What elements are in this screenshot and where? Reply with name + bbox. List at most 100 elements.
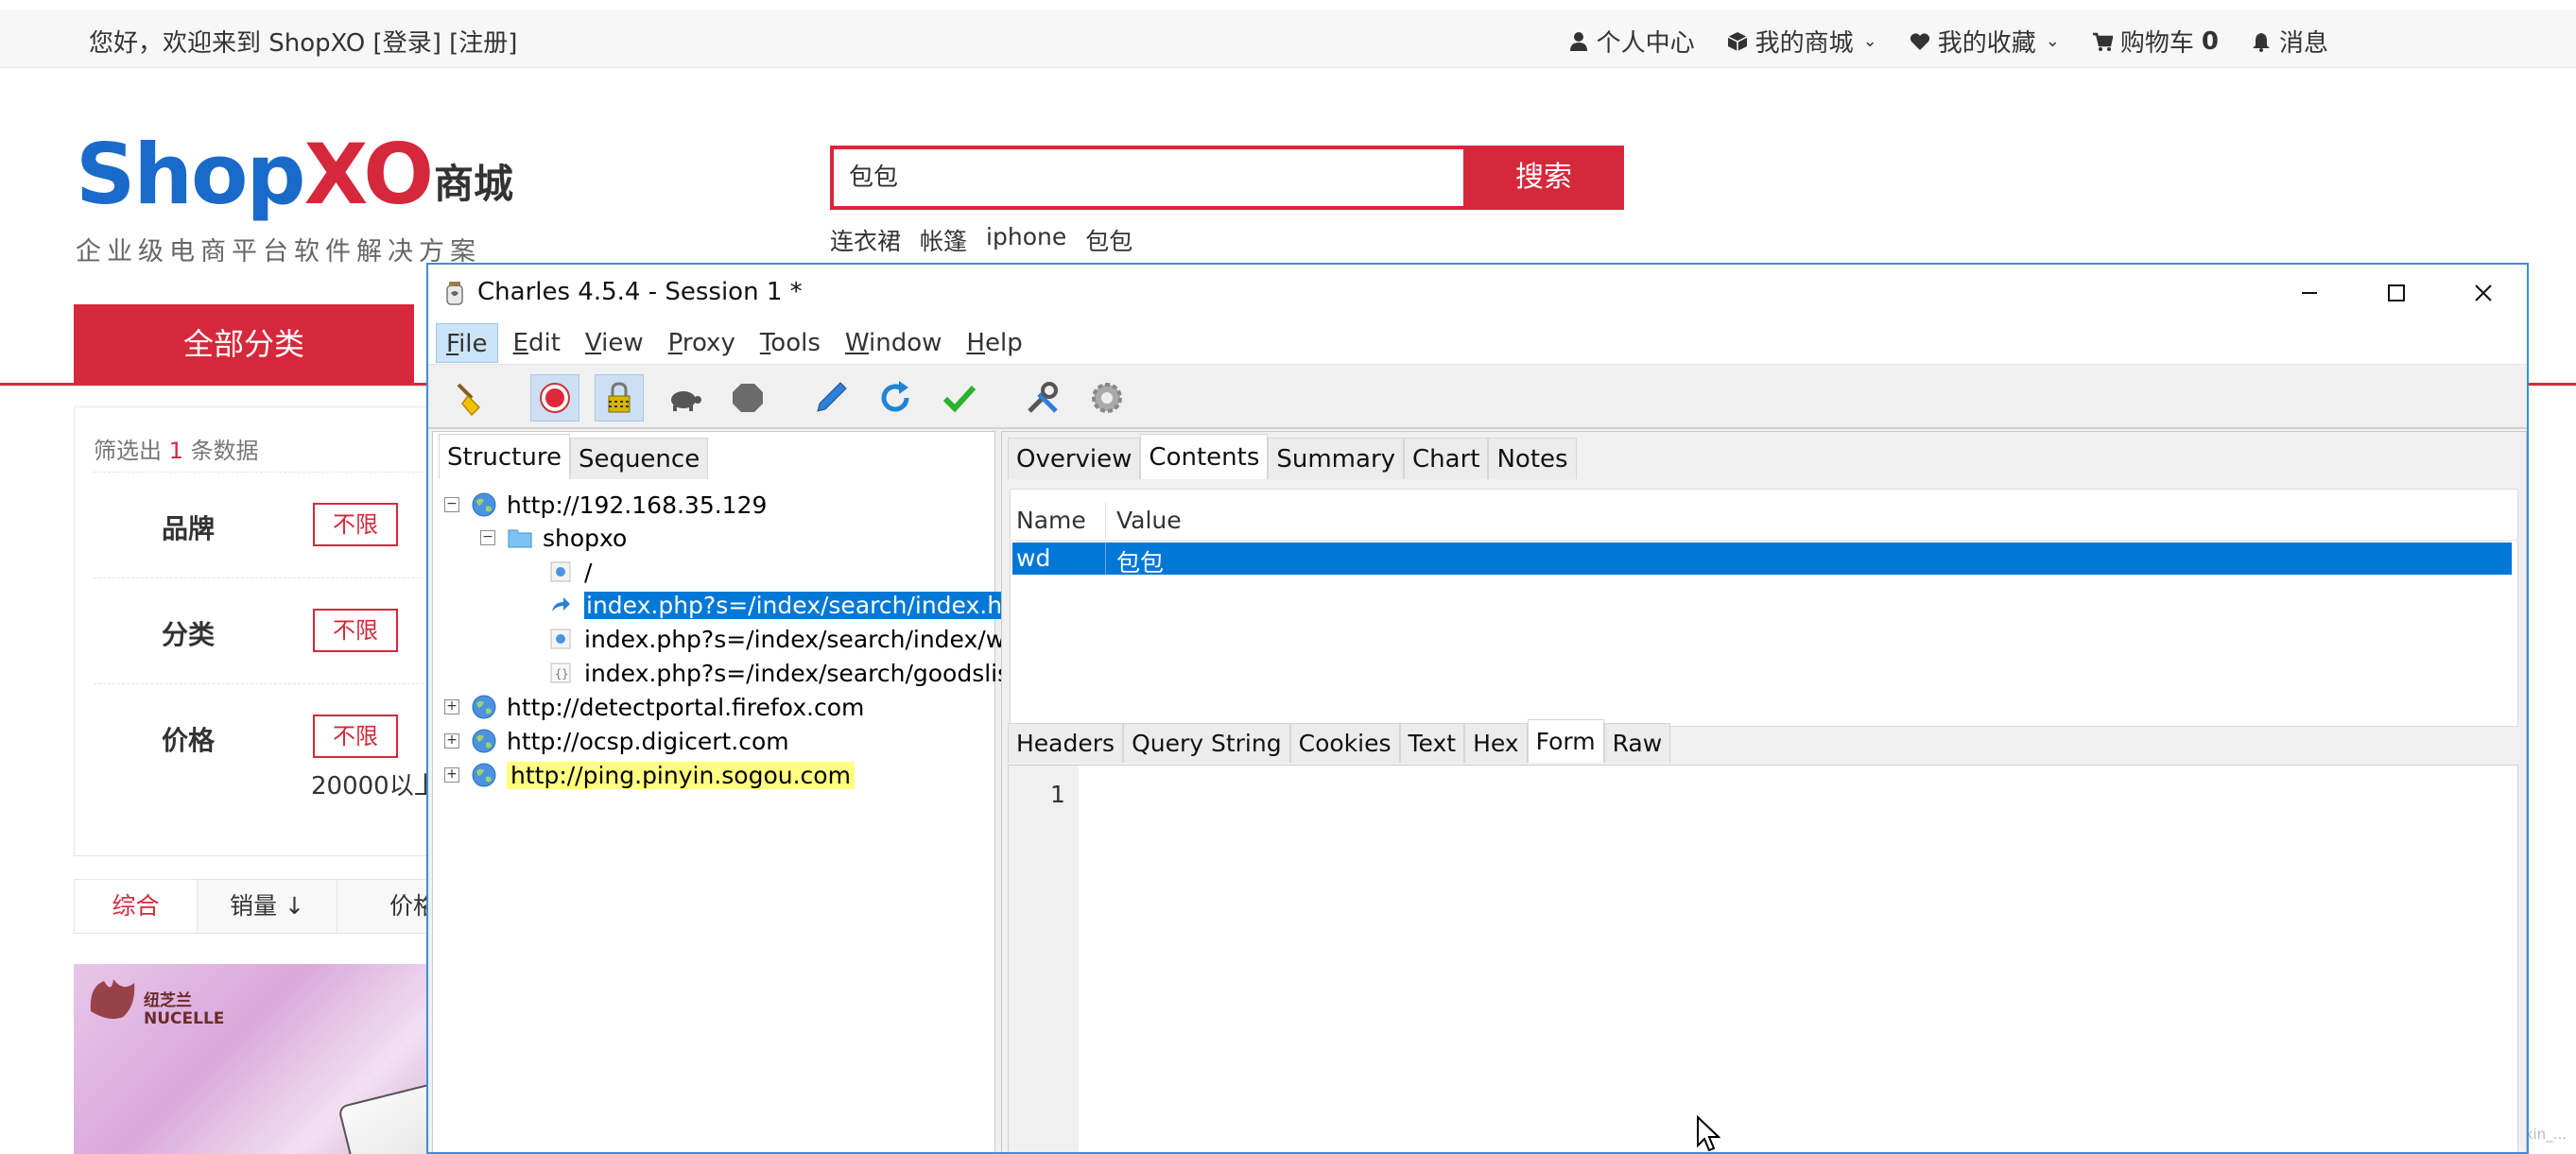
all-categories-button[interactable]: 全部分类 xyxy=(74,304,414,384)
product-image[interactable]: 纽芝兰 NUCELLE xyxy=(74,964,471,1154)
register-link[interactable]: [注册] xyxy=(449,29,517,58)
search-input[interactable]: 包包 xyxy=(830,146,1463,210)
cart-count: 0 xyxy=(2201,26,2219,56)
tree-request-goodslist[interactable]: {} index.php?s=/index/search/goodslist.h xyxy=(550,657,1042,689)
tab-form[interactable]: Form xyxy=(1527,719,1604,763)
tree-request-root[interactable]: / xyxy=(550,556,592,588)
filter-panel: 筛选出 1 条数据 品牌 不限 强 分类 不限 数 价格 不限 10 20000… xyxy=(74,406,472,856)
nav-messages[interactable]: 消息 xyxy=(2251,24,2328,59)
user-icon xyxy=(1569,31,1587,51)
expand-toggle[interactable]: + xyxy=(444,767,459,783)
collapse-toggle[interactable]: − xyxy=(444,497,459,512)
arrow-down-icon: ↓ xyxy=(277,892,304,920)
hot-keyword[interactable]: 包包 xyxy=(1085,223,1132,257)
filter-unlimited-tag[interactable]: 不限 xyxy=(313,715,398,758)
tab-raw[interactable]: Raw xyxy=(1603,723,1671,763)
login-link[interactable]: [登录] xyxy=(373,29,441,58)
collapse-toggle[interactable]: − xyxy=(480,530,495,545)
tab-overview[interactable]: Overview xyxy=(1008,438,1141,479)
menu-edit[interactable]: Edit xyxy=(504,323,570,363)
tab-cookies[interactable]: Cookies xyxy=(1289,723,1400,763)
refresh-icon xyxy=(881,381,909,412)
tab-query-string[interactable]: Query String xyxy=(1123,723,1290,763)
request-icon xyxy=(550,629,571,649)
column-value[interactable]: Value xyxy=(1116,507,1182,534)
tab-chart[interactable]: Chart xyxy=(1404,438,1489,479)
sort-comprehensive[interactable]: 综合 xyxy=(75,880,198,933)
expand-toggle[interactable]: + xyxy=(444,733,459,749)
folder-icon xyxy=(508,529,532,548)
column-name[interactable]: Name xyxy=(1016,507,1086,534)
filter-row-brand: 品牌 不限 强 xyxy=(94,472,472,576)
minimize-button[interactable] xyxy=(2266,265,2353,321)
shopxo-logo[interactable]: ShopXO商城 企业级电商平台软件解决方案 xyxy=(76,132,513,267)
tab-summary[interactable]: Summary xyxy=(1268,438,1405,479)
table-header: Name Value xyxy=(1011,499,2517,541)
tools-icon xyxy=(1028,382,1058,413)
settings-button[interactable] xyxy=(1082,374,1132,422)
tab-notes[interactable]: Notes xyxy=(1488,438,1577,479)
tab-hex[interactable]: Hex xyxy=(1464,723,1528,763)
top-nav: 个人中心 我的商城 ⌄ 我的收藏 ⌄ 购物车 0 消息 xyxy=(1568,24,2328,59)
hot-keyword[interactable]: 连衣裙 xyxy=(830,223,901,257)
menu-view[interactable]: View xyxy=(576,323,653,363)
record-button[interactable] xyxy=(530,374,579,422)
compose-button[interactable] xyxy=(806,374,856,422)
menu-help[interactable]: Help xyxy=(957,323,1031,363)
filter-unlimited-tag[interactable]: 不限 xyxy=(313,503,398,546)
tree-host-digicert[interactable]: http://ocsp.digicert.com xyxy=(471,725,789,757)
filter-unlimited-tag[interactable]: 不限 xyxy=(313,609,398,652)
bell-icon xyxy=(2252,32,2270,52)
tree-host-192[interactable]: http://192.168.35.129 xyxy=(471,489,767,521)
broom-icon xyxy=(457,383,481,417)
json-icon: {} xyxy=(550,663,571,683)
table-row[interactable]: wd 包包 xyxy=(1012,543,2512,577)
brand-logo-icon xyxy=(90,979,135,1019)
search-button[interactable]: 搜索 xyxy=(1463,146,1624,210)
tab-text[interactable]: Text xyxy=(1399,723,1465,763)
hot-keyword[interactable]: 帐篷 xyxy=(920,223,967,257)
nav-profile[interactable]: 个人中心 xyxy=(1568,24,1695,59)
tools-button[interactable] xyxy=(1018,374,1067,422)
tree-host-sogou[interactable]: http://ping.pinyin.sogou.com xyxy=(471,759,855,791)
hot-keyword[interactable]: iphone xyxy=(986,223,1066,257)
expand-toggle[interactable]: + xyxy=(444,699,459,715)
menu-tools[interactable]: Tools xyxy=(751,323,830,363)
tree-host-firefox[interactable]: http://detectportal.firefox.com xyxy=(471,691,864,723)
clear-session-button[interactable] xyxy=(447,374,496,422)
contents-pane: Overview Contents Summary Chart Notes Na… xyxy=(1001,431,2527,1152)
tree-request-search-index[interactable]: index.php?s=/index/search/index.htm xyxy=(550,589,1037,621)
tab-sequence[interactable]: Sequence xyxy=(569,438,709,479)
tab-structure[interactable]: Structure xyxy=(439,434,570,479)
breakpoints-button[interactable] xyxy=(723,374,772,422)
menu-window[interactable]: Window xyxy=(836,323,952,363)
nav-my-mall[interactable]: 我的商城 ⌄ xyxy=(1727,24,1877,59)
throttle-button[interactable] xyxy=(659,374,708,422)
tree-folder-shopxo[interactable]: shopxo xyxy=(507,522,627,554)
check-icon xyxy=(942,385,977,413)
right-tabs: Overview Contents Summary Chart Notes xyxy=(1002,432,1577,479)
repeat-button[interactable] xyxy=(871,374,920,422)
tab-contents[interactable]: Contents xyxy=(1140,434,1269,479)
menu-proxy[interactable]: Proxy xyxy=(659,323,745,363)
close-button[interactable] xyxy=(2440,265,2527,321)
nav-cart[interactable]: 购物车 0 xyxy=(2092,24,2219,59)
record-icon xyxy=(540,383,570,413)
turtle-icon xyxy=(671,391,701,411)
body-editor[interactable]: 1 xyxy=(1008,765,2518,1152)
structure-pane: Structure Sequence − http://192.168.35.1… xyxy=(432,431,1042,1152)
validate-button[interactable] xyxy=(935,374,984,422)
tree-request-search-wd[interactable]: index.php?s=/index/search/index/wd/ xyxy=(550,623,1028,655)
sort-sales[interactable]: 销量 ↓ xyxy=(198,880,337,933)
tab-headers[interactable]: Headers xyxy=(1008,723,1124,763)
ssl-proxying-button[interactable] xyxy=(595,374,644,422)
nav-favorites[interactable]: 我的收藏 ⌄ xyxy=(1910,24,2060,59)
maximize-button[interactable] xyxy=(2353,265,2440,321)
menu-file[interactable]: File xyxy=(436,322,498,363)
globe-icon xyxy=(472,729,496,753)
price-option[interactable]: 20000以上 xyxy=(311,766,439,801)
top-bar: 您好，欢迎来到 ShopXO [登录] [注册] 个人中心 我的商城 ⌄ 我的收… xyxy=(0,9,2576,68)
svg-text:{}: {} xyxy=(555,667,568,680)
sort-bar: 综合 销量 ↓ 价格 xyxy=(74,879,471,934)
charles-window: Charles 4.5.4 - Session 1 * File Edit Vi… xyxy=(426,263,2529,1154)
